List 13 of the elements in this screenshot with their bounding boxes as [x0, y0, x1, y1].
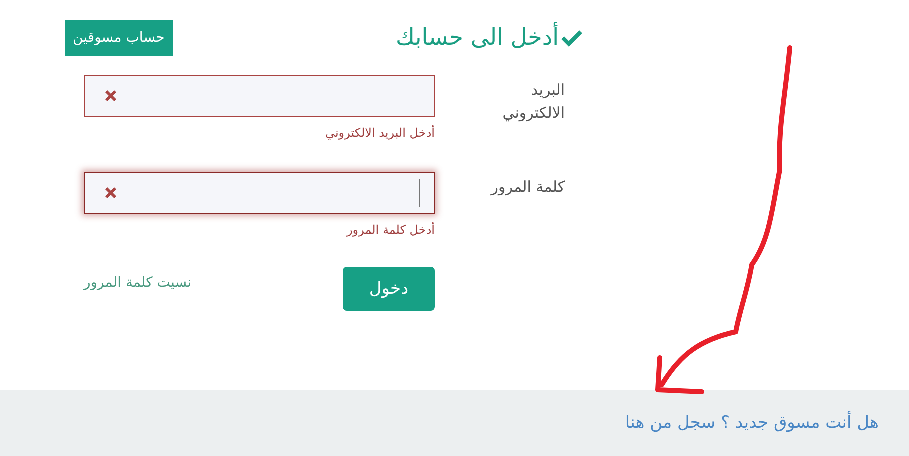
error-message: أدخل كلمة المرور [346, 223, 435, 237]
login-button[interactable]: دخول [343, 267, 435, 311]
error-message: أدخل البريد الالكتروني [325, 126, 435, 140]
email-field[interactable] [84, 75, 435, 117]
check-icon [561, 29, 583, 47]
field-label: البريد الالكتروني [502, 80, 565, 124]
password-field[interactable] [84, 172, 435, 214]
register-link[interactable]: هل أنت مسوق جديد ؟ سجل من هنا [625, 413, 879, 433]
forgot-password-link[interactable]: نسيت كلمة المرور [84, 275, 192, 291]
field-label: كلمة المرور [490, 177, 565, 198]
error-icon [105, 187, 117, 199]
error-icon [105, 90, 117, 102]
account-button[interactable]: حساب مسوقين [65, 20, 173, 56]
